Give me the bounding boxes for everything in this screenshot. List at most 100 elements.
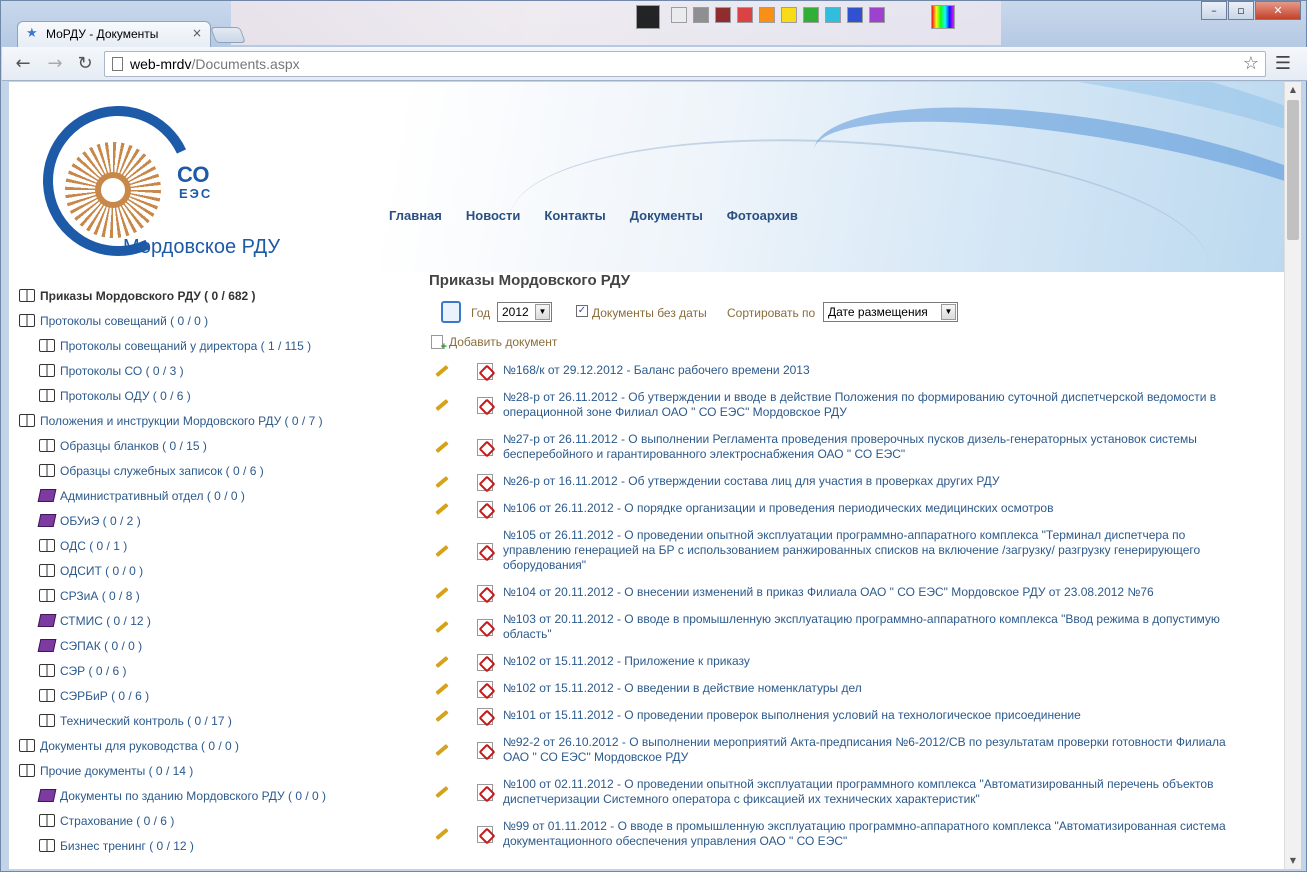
document-link[interactable]: №92-2 от 26.10.2012 - О выполнении мероп…	[503, 735, 1259, 765]
nav-link-contacts[interactable]: Контакты	[544, 208, 605, 223]
minimize-button[interactable]: –	[1201, 1, 1227, 20]
bookmark-star-icon[interactable]: ☆	[1243, 53, 1259, 74]
sidebar-tree-item[interactable]: ОДС ( 0 / 1 )	[19, 539, 419, 564]
pdf-icon[interactable]	[477, 653, 493, 671]
edit-pencil-icon[interactable]	[435, 440, 449, 454]
pdf-icon[interactable]	[477, 362, 493, 380]
document-link[interactable]: №104 от 20.11.2012 - О внесении изменени…	[503, 585, 1259, 600]
pdf-icon[interactable]	[477, 619, 493, 636]
edit-pencil-icon[interactable]	[435, 586, 449, 599]
document-link[interactable]: №105 от 26.11.2012 - О проведении опытно…	[503, 528, 1259, 573]
swatch	[737, 7, 753, 23]
pdf-icon[interactable]	[477, 397, 493, 414]
sidebar-tree-item[interactable]: Протоколы СО ( 0 / 3 )	[19, 364, 419, 389]
pdf-icon[interactable]	[477, 707, 493, 725]
sidebar-tree-item[interactable]: Образцы служебных записок ( 0 / 6 )	[19, 464, 419, 489]
undated-checkbox[interactable]: ✓	[576, 305, 588, 317]
pdf-icon[interactable]	[477, 584, 493, 602]
pdf-icon[interactable]	[477, 542, 493, 560]
nav-link-photo-archive[interactable]: Фотоархив	[727, 208, 798, 223]
pdf-icon[interactable]	[477, 742, 493, 759]
sidebar-tree-item[interactable]: ОБУиЭ ( 0 / 2 )	[19, 514, 419, 539]
document-link[interactable]: №168/к от 29.12.2012 - Баланс рабочего в…	[503, 363, 1259, 378]
add-document-link[interactable]: Добавить документ	[429, 335, 1259, 359]
document-link[interactable]: №101 от 15.11.2012 - О проведении провер…	[503, 708, 1259, 723]
document-link[interactable]: №99 от 01.11.2012 - О вводе в промышленн…	[503, 819, 1259, 849]
document-link[interactable]: №102 от 15.11.2012 - Приложение к приказ…	[503, 654, 1259, 669]
browser-tab[interactable]: ★ МоРДУ - Документы ×	[17, 21, 211, 47]
scrollbar-thumb[interactable]	[1287, 100, 1299, 240]
sidebar-tree-item[interactable]: Положения и инструкции Мордовского РДУ (…	[19, 414, 419, 439]
sidebar-tree-item[interactable]: Протоколы совещаний у директора ( 1 / 11…	[19, 339, 419, 364]
edit-pencil-icon[interactable]	[435, 398, 449, 412]
sidebar-item-label: ОБУиЭ ( 0 / 2 )	[60, 514, 141, 528]
sidebar-tree-item[interactable]: Страхование ( 0 / 6 )	[19, 814, 419, 839]
sidebar-tree-item[interactable]: Документы по зданию Мордовского РДУ ( 0 …	[19, 789, 419, 814]
sidebar-tree-item[interactable]: СРЗиА ( 0 / 8 )	[19, 589, 419, 614]
sidebar-tree-item[interactable]: СЭПАК ( 0 / 0 )	[19, 639, 419, 664]
sidebar-tree-item[interactable]: Протоколы ОДУ ( 0 / 6 )	[19, 389, 419, 414]
pdf-icon[interactable]	[477, 439, 493, 456]
edit-pencil-icon[interactable]	[435, 785, 449, 799]
edit-pencil-icon[interactable]	[435, 364, 449, 377]
close-window-button[interactable]: ✕	[1255, 1, 1301, 20]
sidebar-tree-item[interactable]: Приказы Мордовского РДУ ( 0 / 682 )	[19, 289, 419, 314]
edit-pencil-icon[interactable]	[435, 827, 449, 841]
document-link[interactable]: №102 от 15.11.2012 - О введении в действ…	[503, 681, 1259, 696]
document-list: №168/к от 29.12.2012 - Баланс рабочего в…	[429, 362, 1259, 849]
pdf-icon[interactable]	[477, 784, 493, 801]
document-link[interactable]: №27-р от 26.11.2012 - О выполнении Регла…	[503, 432, 1259, 462]
document-row: №26-р от 16.11.2012 - Об утверждении сос…	[429, 473, 1259, 491]
sidebar-tree-item[interactable]: Бизнес тренинг ( 0 / 12 )	[19, 839, 419, 864]
maximize-button[interactable]: ▫	[1228, 1, 1254, 20]
edit-pencil-icon[interactable]	[435, 620, 449, 634]
document-link[interactable]: №28-р от 26.11.2012 - Об утверждении и в…	[503, 390, 1259, 420]
edit-pencil-icon[interactable]	[435, 743, 449, 757]
edit-pencil-icon[interactable]	[435, 502, 449, 515]
pdf-icon[interactable]	[477, 473, 493, 491]
new-tab-button[interactable]	[210, 27, 246, 43]
sidebar-tree-item[interactable]: ОДСИТ ( 0 / 0 )	[19, 564, 419, 589]
document-link[interactable]: №106 от 26.11.2012 - О порядке организац…	[503, 501, 1259, 516]
sidebar-tree-item[interactable]: Образцы бланков ( 0 / 15 )	[19, 439, 419, 464]
document-row: №103 от 20.11.2012 - О вводе в промышлен…	[429, 612, 1259, 642]
document-link[interactable]: №100 от 02.11.2012 - О проведении опытно…	[503, 777, 1259, 807]
back-arrow-icon[interactable]: ←	[12, 53, 34, 75]
edit-pencil-icon[interactable]	[435, 709, 449, 722]
sidebar-tree-item[interactable]: Протоколы совещаний ( 0 / 0 )	[19, 314, 419, 339]
sidebar-tree-item[interactable]: Прочие документы ( 0 / 14 )	[19, 764, 419, 789]
scroll-down-arrow[interactable]: ▼	[1285, 853, 1301, 869]
document-link[interactable]: №26-р от 16.11.2012 - Об утверждении сос…	[503, 474, 1259, 489]
edit-pencil-icon[interactable]	[435, 544, 449, 557]
sidebar-tree-item[interactable]: Административный отдел ( 0 / 0 )	[19, 489, 419, 514]
nav-link-documents[interactable]: Документы	[630, 208, 703, 223]
sidebar-tree-item[interactable]: СЭРБиР ( 0 / 6 )	[19, 689, 419, 714]
page-viewport: СО ЕЭС Мордовское РДУ Главная Новости Ко…	[9, 82, 1284, 869]
nav-link-news[interactable]: Новости	[466, 208, 521, 223]
document-link[interactable]: №103 от 20.11.2012 - О вводе в промышлен…	[503, 612, 1259, 642]
sidebar-tree-item[interactable]: СТМИС ( 0 / 12 )	[19, 614, 419, 639]
scroll-up-arrow[interactable]: ▲	[1285, 82, 1301, 98]
year-select[interactable]: 2012 ▼	[497, 302, 552, 322]
pdf-icon[interactable]	[477, 680, 493, 698]
nav-link-home[interactable]: Главная	[389, 208, 442, 223]
close-tab-icon[interactable]: ×	[192, 26, 202, 40]
swatch	[781, 7, 797, 23]
edit-pencil-icon[interactable]	[435, 655, 449, 668]
logo-name[interactable]: Мордовское РДУ	[123, 236, 280, 259]
address-bar[interactable]: web-mrdv/Documents.aspx ☆	[104, 51, 1266, 77]
edit-pencil-icon[interactable]	[435, 682, 449, 695]
pdf-icon[interactable]	[477, 826, 493, 843]
open-book-icon	[39, 389, 55, 402]
sidebar-tree-item[interactable]: СЭР ( 0 / 6 )	[19, 664, 419, 689]
sort-select[interactable]: Дате размещения ▼	[823, 302, 958, 322]
menu-icon[interactable]: ☰	[1272, 53, 1294, 75]
reload-icon[interactable]: ↻	[74, 53, 96, 75]
search-icon[interactable]	[441, 301, 461, 323]
forward-arrow-icon[interactable]: →	[44, 53, 66, 75]
sidebar-tree-item[interactable]: Документы для руководства ( 0 / 0 )	[19, 739, 419, 764]
sidebar-tree-item[interactable]: Технический контроль ( 0 / 17 )	[19, 714, 419, 739]
edit-pencil-icon[interactable]	[435, 475, 449, 488]
vertical-scrollbar[interactable]: ▲ ▼	[1284, 82, 1301, 869]
pdf-icon[interactable]	[477, 500, 493, 518]
